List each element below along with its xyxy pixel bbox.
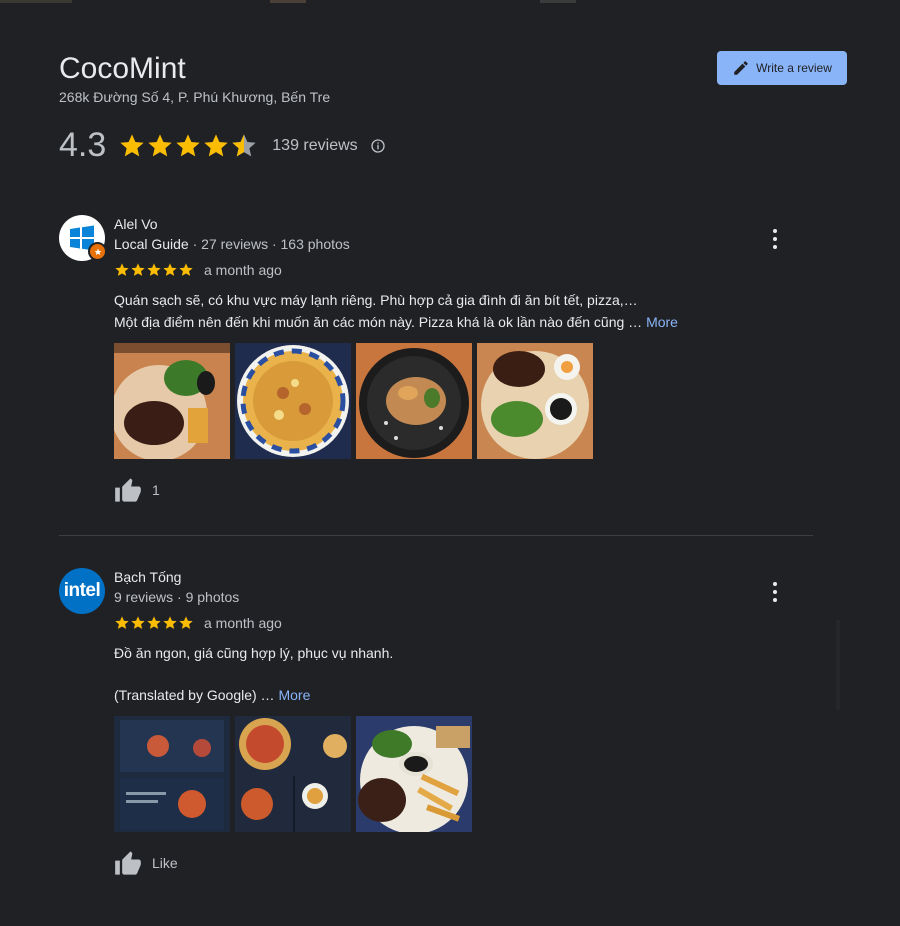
reviewer-name[interactable]: Bạch Tống	[114, 569, 181, 585]
write-review-label: Write a review	[756, 61, 832, 75]
review-photos	[114, 716, 477, 832]
translated-note: (Translated by Google) …	[114, 687, 275, 703]
menu-photo-2[interactable]	[235, 716, 351, 832]
star-icon	[179, 263, 193, 276]
star-icon	[120, 133, 144, 156]
more-options-icon[interactable]	[767, 229, 783, 249]
star-icon	[204, 133, 228, 156]
avatar-label: intel	[63, 580, 101, 601]
menu-photo-1[interactable]	[114, 716, 230, 832]
star-half-icon	[232, 133, 256, 156]
reviews-count[interactable]: 139 reviews	[272, 137, 357, 155]
review-text-line: (Translated by Google) … More	[114, 684, 310, 706]
pencil-icon	[734, 61, 748, 75]
rating-summary: 4.3 139 reviews	[59, 126, 386, 165]
review-text-line2: Một địa điểm nên đến khi muốn ăn các món…	[114, 314, 643, 330]
more-options-icon[interactable]	[767, 582, 783, 602]
review-text-line: Đồ ăn ngon, giá cũng hợp lý, phục vụ nha…	[114, 645, 394, 661]
star-icon	[115, 263, 129, 276]
review-text-line: Một địa điểm nên đến khi muốn ăn các món…	[114, 311, 678, 333]
steak-fries-photo[interactable]	[356, 716, 472, 832]
star-icon	[147, 616, 161, 629]
steak-plate-photo[interactable]	[114, 343, 230, 459]
steak-salad-photo[interactable]	[477, 343, 593, 459]
review-text-line: Quán sạch sẽ, có khu vực máy lạnh riêng.…	[114, 292, 638, 308]
review-divider	[59, 535, 813, 536]
star-icon	[147, 263, 161, 276]
pasta-photo[interactable]	[356, 343, 472, 459]
write-review-button[interactable]: Write a review	[717, 51, 847, 85]
reviewer-avatar[interactable]	[59, 215, 107, 261]
review-stars: a month ago	[114, 262, 282, 278]
pizza-photo[interactable]	[235, 343, 351, 459]
star-icon	[148, 133, 172, 156]
star-icon	[115, 616, 129, 629]
star-icon	[163, 263, 177, 276]
local-guide-badge-icon	[88, 242, 107, 261]
star-icon	[163, 616, 177, 629]
thumbs-up-icon	[115, 478, 141, 502]
like-button[interactable]: Like	[114, 850, 178, 876]
like-count: 1	[152, 482, 160, 498]
review-photos	[114, 343, 598, 459]
star-icon	[179, 616, 193, 629]
rating-number: 4.3	[59, 126, 107, 164]
reviewer-meta: Local Guide · 27 reviews · 163 photos	[114, 236, 350, 252]
star-icon	[176, 133, 200, 156]
like-button[interactable]: 1	[114, 477, 160, 503]
reviewer-stats: · 27 reviews · 163 photos	[188, 236, 350, 252]
star-icon	[131, 263, 145, 276]
review-date: a month ago	[204, 615, 282, 631]
review-date: a month ago	[204, 262, 282, 278]
info-icon[interactable]	[370, 138, 386, 154]
reviewer-meta: 9 reviews · 9 photos	[114, 589, 240, 605]
more-link[interactable]: More	[646, 314, 678, 330]
like-label: Like	[152, 855, 178, 871]
more-link[interactable]: More	[278, 687, 310, 703]
reviewer-name[interactable]: Alel Vo	[114, 216, 158, 232]
review-stars: a month ago	[114, 615, 282, 631]
review-card: intel Bạch Tống 9 reviews · 9 photos a m…	[59, 568, 819, 888]
top-photo-strip	[0, 0, 900, 3]
place-address: 268k Đường Số 4, P. Phú Khương, Bến Tre	[59, 89, 331, 105]
reviewer-avatar[interactable]: intel	[59, 568, 105, 614]
star-icon	[131, 616, 145, 629]
thumbs-up-icon	[115, 851, 141, 875]
review-card: Alel Vo Local Guide · 27 reviews · 163 p…	[59, 215, 819, 515]
place-title: CocoMint	[59, 52, 186, 85]
local-guide-label: Local Guide	[114, 236, 189, 252]
rating-stars	[118, 132, 258, 160]
scrollbar[interactable]	[836, 620, 840, 710]
